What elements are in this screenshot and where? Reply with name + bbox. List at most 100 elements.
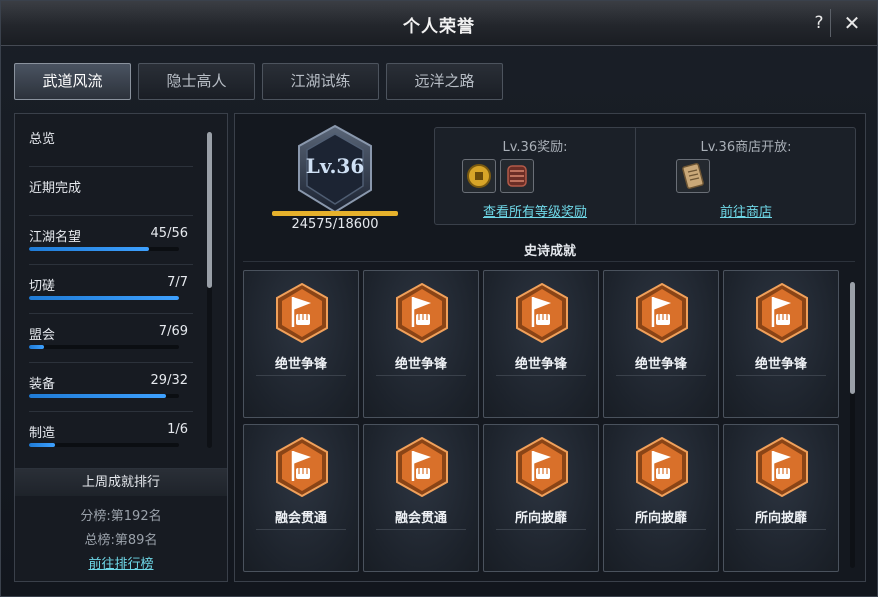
tab-jianghu[interactable]: 江湖试练 xyxy=(262,63,379,100)
help-button[interactable]: ? xyxy=(808,12,830,34)
scroll-book-icon[interactable] xyxy=(676,159,710,193)
sidebar-scroll-thumb[interactable] xyxy=(207,132,212,288)
ranking-title: 上周成就排行 xyxy=(15,469,227,496)
achievement-name: 融会贯通 xyxy=(274,511,327,526)
achievement-name: 绝世争锋 xyxy=(514,357,567,372)
achievement-name: 绝世争锋 xyxy=(394,357,447,372)
achievement-card[interactable]: 绝世争锋 xyxy=(243,270,359,418)
tab-yinshi[interactable]: 隐士高人 xyxy=(138,63,255,100)
exp-fill xyxy=(272,211,398,216)
achievement-scroll-thumb[interactable] xyxy=(850,282,855,394)
sidebar-item-count: 29/32 xyxy=(150,373,188,388)
sidebar-item-label: 切磋 xyxy=(29,279,56,294)
achievement-divider xyxy=(256,375,346,376)
shop-title: Lv.36商店开放: xyxy=(700,140,792,155)
achievement-panel: Lv.36 24575/18600 Lv.36奖励: 查看所有等级奖励 Lv.3… xyxy=(234,113,866,582)
tab-yuanyang[interactable]: 远洋之路 xyxy=(386,63,503,100)
epic-achievements-title: 史诗成就 xyxy=(523,244,576,259)
fist-flag-badge-icon xyxy=(275,436,329,498)
progress-bar xyxy=(29,394,179,398)
fist-flag-badge-icon xyxy=(395,436,449,498)
achievement-card[interactable]: 绝世争锋 xyxy=(363,270,479,418)
achievement-scrollbar[interactable] xyxy=(850,282,855,568)
sidebar-item-equipment[interactable]: 装备 29/32 xyxy=(29,373,193,412)
go-to-shop-link[interactable]: 前往商店 xyxy=(636,201,856,220)
close-button[interactable]: ✕ xyxy=(841,12,863,34)
weekly-ranking: 上周成就排行 分榜:第192名 总榜:第89名 前往排行榜 xyxy=(15,468,227,582)
level-rewards-box: Lv.36奖励: 查看所有等级奖励 Lv.36商店开放: 前往商店 xyxy=(434,127,856,225)
sidebar-item-label: 装备 xyxy=(29,377,56,392)
achievement-card[interactable]: 融会贯通 xyxy=(243,424,359,572)
achievement-name: 绝世争锋 xyxy=(634,357,687,372)
achievement-name: 所向披靡 xyxy=(634,511,687,526)
achievement-divider xyxy=(496,529,586,530)
view-all-rewards-link[interactable]: 查看所有等级奖励 xyxy=(435,201,635,220)
achievement-grid: 绝世争锋 绝世争锋 绝世争锋 绝世争锋 绝世争锋融会贯通 融会贯通 所向披靡 所向披靡 所向披靡 xyxy=(243,270,841,572)
epic-divider xyxy=(243,261,855,262)
achievement-name: 所向披靡 xyxy=(514,511,567,526)
achievement-name: 融会贯通 xyxy=(394,511,447,526)
sidebar-item-overview[interactable]: 总览 xyxy=(29,128,193,167)
achievement-divider xyxy=(616,375,706,376)
sidebar-item-label: 江湖名望 xyxy=(29,230,82,245)
sidebar-item-label: 近期完成 xyxy=(29,181,82,196)
honor-window: 个人荣誉 ? ✕ 武道风流 隐士高人 江湖试练 远洋之路 总览 近期完成 江湖名… xyxy=(0,0,878,597)
progress-bar xyxy=(29,296,179,300)
category-sidebar: 总览 近期完成 江湖名望 45/56 切磋 7/7 盟会 7/69 装备 29/… xyxy=(14,113,228,582)
fist-flag-badge-icon xyxy=(275,282,329,344)
fist-flag-badge-icon xyxy=(635,282,689,344)
progress-fill xyxy=(29,247,149,251)
sidebar-item-count: 1/6 xyxy=(167,422,188,437)
achievement-name: 绝世争锋 xyxy=(754,357,807,372)
fist-flag-badge-icon xyxy=(635,436,689,498)
title-bar: 个人荣誉 ? ✕ xyxy=(1,1,877,46)
sub-rank-text: 分榜:第192名 xyxy=(80,509,162,524)
progress-fill xyxy=(29,345,44,349)
rewards-title: Lv.36奖励: xyxy=(502,140,568,155)
fist-flag-badge-icon xyxy=(755,282,809,344)
achievement-name: 绝世争锋 xyxy=(274,357,327,372)
achievement-card[interactable]: 所向披靡 xyxy=(723,424,839,572)
achievement-card[interactable]: 融会贯通 xyxy=(363,424,479,572)
progress-bar xyxy=(29,247,179,251)
achievement-card[interactable]: 绝世争锋 xyxy=(723,270,839,418)
achievement-divider xyxy=(496,375,586,376)
sidebar-item-count: 7/69 xyxy=(158,324,188,339)
sidebar-item-guild[interactable]: 盟会 7/69 xyxy=(29,324,193,363)
fist-flag-badge-icon xyxy=(515,436,569,498)
level-label: Lv.36 xyxy=(305,154,365,178)
tab-wudao[interactable]: 武道风流 xyxy=(14,63,131,100)
gold-coin-icon[interactable] xyxy=(462,159,496,193)
sidebar-item-count: 45/56 xyxy=(150,226,188,241)
sidebar-item-count: 7/7 xyxy=(167,275,188,290)
exp-bar xyxy=(272,211,398,216)
progress-fill xyxy=(29,394,166,398)
total-rank-text: 总榜:第89名 xyxy=(84,533,158,548)
achievement-card[interactable]: 所向披靡 xyxy=(483,424,599,572)
achievement-divider xyxy=(376,529,466,530)
progress-bar xyxy=(29,345,179,349)
achievement-card[interactable]: 绝世争锋 xyxy=(603,270,719,418)
sidebar-scrollbar[interactable] xyxy=(207,132,212,448)
fist-flag-badge-icon xyxy=(515,282,569,344)
sidebar-item-recent[interactable]: 近期完成 xyxy=(29,177,193,216)
sidebar-item-crafting[interactable]: 制造 1/6 xyxy=(29,422,193,454)
sidebar-item-label: 总览 xyxy=(29,132,56,147)
achievement-divider xyxy=(736,529,826,530)
armor-bracer-icon[interactable] xyxy=(500,159,534,193)
achievement-name: 所向披靡 xyxy=(754,511,807,526)
progress-fill xyxy=(29,296,179,300)
fist-flag-badge-icon xyxy=(755,436,809,498)
sidebar-item-label: 盟会 xyxy=(29,328,56,343)
sidebar-item-reputation[interactable]: 江湖名望 45/56 xyxy=(29,226,193,265)
achievement-divider xyxy=(256,529,346,530)
achievement-divider xyxy=(736,375,826,376)
progress-fill xyxy=(29,443,55,447)
level-badge-icon: Lv.36 xyxy=(295,124,375,216)
sidebar-item-sparring[interactable]: 切磋 7/7 xyxy=(29,275,193,314)
sidebar-item-label: 制造 xyxy=(29,426,56,441)
achievement-card[interactable]: 所向披靡 xyxy=(603,424,719,572)
title-divider xyxy=(830,9,831,37)
ranking-link[interactable]: 前往排行榜 xyxy=(15,553,227,572)
achievement-card[interactable]: 绝世争锋 xyxy=(483,270,599,418)
